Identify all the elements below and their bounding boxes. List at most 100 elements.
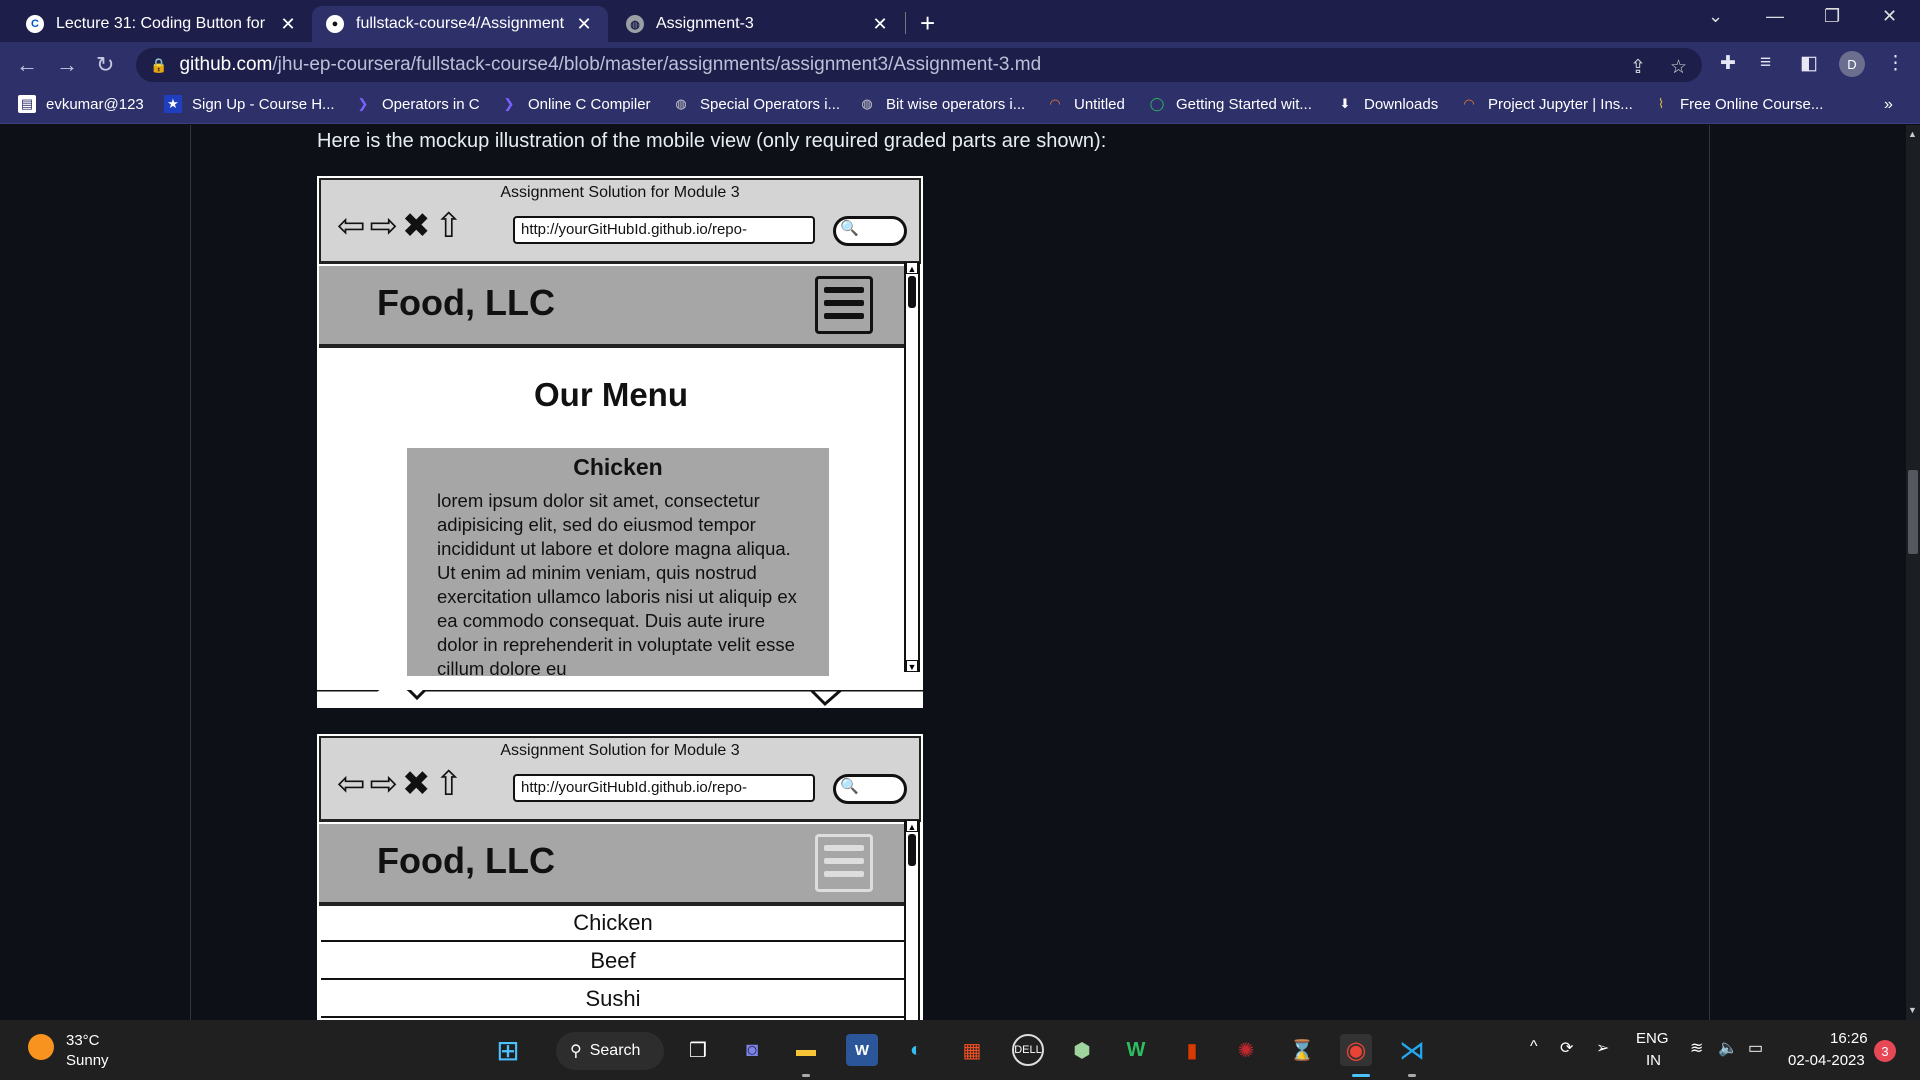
task-view-icon[interactable]: ❒	[682, 1034, 714, 1066]
battery-icon[interactable]: ▭	[1748, 1038, 1763, 1058]
mock-card-title: Chicken	[573, 454, 663, 480]
reload-button[interactable]: ↻	[96, 52, 114, 78]
dell-icon[interactable]: DELL	[1012, 1034, 1044, 1066]
clock-date[interactable]: 02-04-2023	[1788, 1052, 1865, 1069]
download-icon: ⬇	[1339, 96, 1351, 111]
tab-assignment[interactable]: ◍ Assignment-3 ✕	[612, 6, 904, 42]
back-button[interactable]: ←	[16, 52, 38, 78]
side-panel-icon[interactable]: ◧	[1800, 52, 1818, 75]
mock-browser-frame: Assignment Solution for Module 3 ⇦⇨✖⇧ ht…	[319, 736, 921, 822]
mock-scroll-thumb	[908, 276, 916, 308]
hourglass-icon[interactable]: ⌛	[1286, 1034, 1318, 1066]
share-icon[interactable]: ⇪	[1630, 56, 1646, 79]
language-indicator[interactable]: ENG	[1636, 1030, 1669, 1047]
tab-title: fullstack-course4/Assignment-3.r	[356, 15, 564, 32]
mock-search-icon: 🔍	[840, 778, 859, 795]
microsoft-store-icon[interactable]: ▦	[956, 1034, 988, 1066]
mock-browser-frame: Assignment Solution for Module 3 ⇦⇨✖⇧ ht…	[319, 178, 921, 264]
star-bookmark-icon[interactable]: ☆	[1670, 56, 1687, 79]
close-icon[interactable]: ✕	[870, 14, 890, 35]
file-explorer-icon[interactable]: ▬	[790, 1034, 822, 1066]
mock-nav-icons: ⇦⇨✖⇧	[337, 765, 467, 803]
github-icon: ●	[326, 15, 344, 33]
app-shield-icon[interactable]: ⬢	[1066, 1034, 1098, 1066]
extensions-icon[interactable]: ✚	[1720, 52, 1736, 75]
bookmark-label: Online C Compiler	[528, 95, 651, 113]
windows-start-icon[interactable]: ⊞	[492, 1034, 524, 1066]
media-control-icon[interactable]: ≡	[1760, 52, 1771, 74]
bookmark-label: Project Jupyter | Ins...	[1488, 95, 1633, 113]
wifi-icon[interactable]: ≋	[1690, 1038, 1703, 1058]
profile-avatar[interactable]: D	[1839, 51, 1865, 77]
clock-time[interactable]: 16:26	[1830, 1030, 1868, 1047]
chrome-icon[interactable]: ◉	[1340, 1034, 1372, 1066]
mock-torn-edge	[317, 676, 923, 708]
new-tab-button[interactable]: +	[920, 8, 935, 39]
address-bar[interactable]: 🔒 github.com/jhu-ep-coursera/fullstack-c…	[136, 48, 1702, 82]
word-icon[interactable]: W	[846, 1034, 878, 1066]
forward-button[interactable]: →	[56, 52, 78, 78]
mock-nav-item: Sushi	[321, 980, 905, 1018]
mockup-menu-view: Assignment Solution for Module 3 ⇦⇨✖⇧ ht…	[317, 176, 923, 708]
ring-icon: ◯	[1149, 96, 1165, 111]
bookmark-item[interactable]: ◠ Project Jupyter | Ins...	[1460, 95, 1633, 113]
bookmark-item[interactable]: ⬇ Downloads	[1336, 95, 1439, 113]
notification-badge[interactable]: 3	[1874, 1040, 1896, 1062]
bookmarks-bar: ▤ evkumar@123 ★ Sign Up - Course H... ❯ Ope…	[0, 88, 1920, 124]
window-close-button[interactable]: ✕	[1882, 6, 1897, 27]
teams-chat-icon[interactable]: ◙	[736, 1034, 768, 1066]
mock-brand: Food, LLC	[377, 840, 555, 881]
url-text: github.com/jhu-ep-coursera/fullstack-cou…	[179, 54, 1041, 76]
mock-header: Food, LLC	[319, 266, 907, 348]
sync-icon[interactable]: ⟳	[1560, 1038, 1573, 1058]
bookmark-item[interactable]: ❯ Online C Compiler	[500, 95, 651, 113]
edge-icon[interactable]: ◐	[900, 1034, 932, 1066]
close-icon[interactable]: ✕	[574, 14, 594, 35]
active-indicator	[1352, 1074, 1370, 1077]
app-circle-icon[interactable]: ✺	[1230, 1034, 1262, 1066]
globe-icon: ◍	[675, 96, 687, 111]
tab-lecture[interactable]: C Lecture 31: Coding Button for Fu ✕	[12, 6, 312, 42]
bookmark-label: Untitled	[1074, 95, 1125, 113]
wps-icon[interactable]: W	[1120, 1034, 1152, 1066]
bookmark-label: Sign Up - Course H...	[192, 95, 335, 113]
mock-window-title: Assignment Solution for Module 3	[500, 742, 740, 759]
bookmark-item[interactable]: ◍ Special Operators i...	[672, 95, 840, 113]
sun-icon[interactable]	[28, 1034, 54, 1060]
bookmark-item[interactable]: ◯ Getting Started wit...	[1148, 95, 1312, 113]
bookmark-item[interactable]: ◍ Bit wise operators i...	[858, 95, 1025, 113]
office-icon[interactable]: ▮	[1176, 1034, 1208, 1066]
page-scrollbar[interactable]: ▲ ▼	[1906, 125, 1920, 1020]
bookmark-item[interactable]: ▤ evkumar@123	[18, 95, 144, 113]
bookmark-item[interactable]: ⌇ Free Online Course...	[1652, 95, 1824, 113]
bookmark-item[interactable]: ◠ Untitled	[1046, 95, 1125, 113]
scroll-thumb[interactable]	[1908, 470, 1918, 554]
vscode-icon[interactable]: ⋊	[1396, 1034, 1428, 1066]
mock-header: Food, LLC	[319, 824, 907, 906]
weather-temperature[interactable]: 33°C	[66, 1032, 100, 1049]
close-icon[interactable]: ✕	[278, 14, 298, 35]
taskbar-search[interactable]: ⚲ Search	[556, 1032, 664, 1070]
bookmark-item[interactable]: ★ Sign Up - Course H...	[164, 95, 335, 113]
show-hidden-icons[interactable]: ^	[1530, 1038, 1538, 1056]
scroll-up-icon[interactable]: ▲	[1908, 129, 1917, 139]
more-bookmarks-button[interactable]: »	[1884, 96, 1893, 114]
minimize-button[interactable]: —	[1766, 6, 1784, 27]
region-indicator[interactable]: IN	[1646, 1052, 1661, 1069]
more-menu-icon[interactable]: ⋮	[1886, 52, 1905, 75]
volume-icon[interactable]: 🔈	[1718, 1038, 1738, 1058]
lock-icon[interactable]: 🔒	[150, 57, 167, 74]
tab-search-icon[interactable]: ⌄	[1708, 6, 1723, 27]
restore-button[interactable]: ❐	[1824, 6, 1840, 27]
mock-card-text: lorem ipsum dolor sit amet, consectetur …	[437, 490, 797, 679]
mock-scroll-up-icon: ▲	[906, 820, 918, 832]
bookmark-label: Bit wise operators i...	[886, 95, 1026, 113]
tab-github[interactable]: ● fullstack-course4/Assignment-3.r ✕	[312, 6, 608, 42]
mock-brand: Food, LLC	[377, 282, 555, 323]
scroll-down-icon[interactable]: ▼	[1908, 1005, 1917, 1015]
codechef-icon: ❯	[357, 96, 369, 111]
bookmark-item[interactable]: ❯ Operators in C	[354, 95, 480, 113]
jupyter-icon: ◠	[1049, 96, 1061, 111]
location-icon[interactable]: ➢	[1596, 1038, 1609, 1058]
weather-description[interactable]: Sunny	[66, 1052, 109, 1069]
